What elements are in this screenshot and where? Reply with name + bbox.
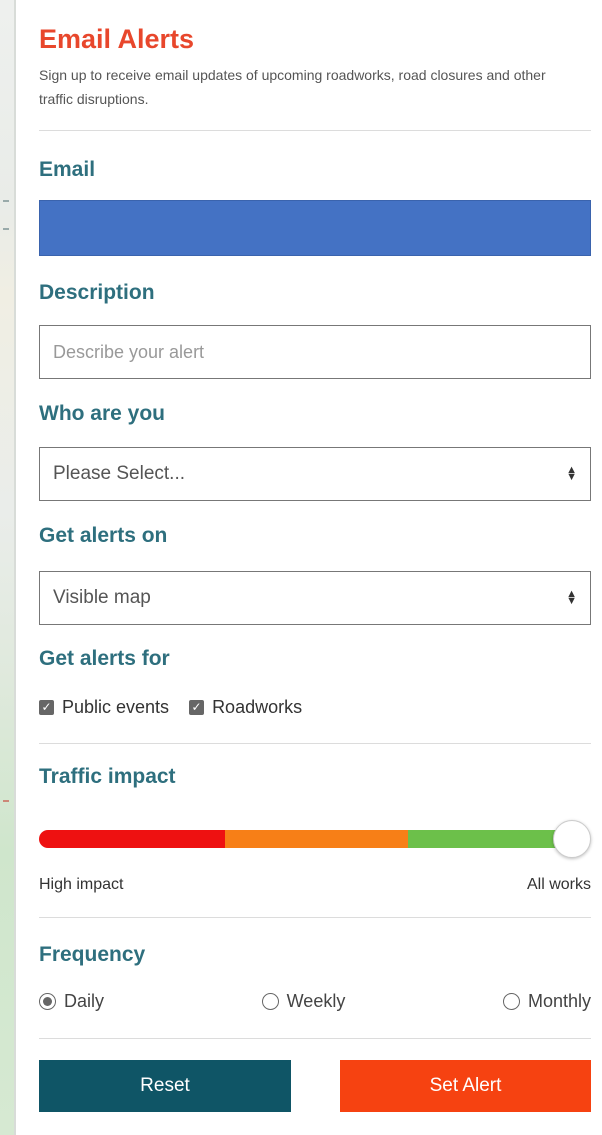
- alert-type-checkboxes: ✓ Public events ✓ Roadworks: [39, 697, 322, 718]
- who-are-you-label: Who are you: [39, 402, 166, 425]
- slider-handle[interactable]: [553, 820, 591, 858]
- select-arrows-icon: ▲ ▼: [566, 588, 577, 607]
- slider-max-label: All works: [526, 876, 591, 893]
- set-alert-button[interactable]: Set Alert: [340, 1060, 591, 1112]
- public-events-label: Public events: [62, 697, 170, 717]
- frequency-monthly-option[interactable]: Monthly: [502, 991, 591, 1012]
- radio-selected-icon[interactable]: [39, 993, 56, 1010]
- divider: [39, 917, 591, 918]
- get-alerts-on-value: Visible map: [53, 587, 151, 608]
- description-input[interactable]: Describe your alert: [39, 325, 591, 379]
- get-alerts-for-label: Get alerts for: [39, 647, 170, 670]
- frequency-options: Daily Weekly Monthly: [39, 991, 591, 1012]
- slider-min-label: High impact: [39, 876, 124, 893]
- frequency-label: Frequency: [39, 943, 146, 966]
- map-marking: [3, 228, 9, 230]
- radio-unselected-icon[interactable]: [502, 993, 520, 1010]
- email-alerts-panel: Email Alerts Sign up to receive email up…: [16, 0, 602, 1135]
- radio-unselected-icon[interactable]: [261, 993, 279, 1010]
- slider-high-impact-segment: [39, 830, 225, 848]
- email-label: Email: [39, 158, 96, 181]
- divider: [39, 743, 591, 744]
- who-are-you-select[interactable]: Please Select... ▲ ▼: [39, 447, 591, 501]
- panel-subtitle: Sign up to receive email updates of upco…: [39, 67, 546, 107]
- public-events-checkbox[interactable]: ✓ Public events: [39, 697, 169, 718]
- panel-title: Email Alerts: [39, 24, 195, 54]
- slider-low-impact-segment: [408, 830, 576, 848]
- select-arrows-icon: ▲ ▼: [566, 464, 577, 483]
- frequency-monthly-label: Monthly: [527, 991, 591, 1011]
- description-placeholder: Describe your alert: [53, 341, 205, 362]
- traffic-impact-slider[interactable]: [39, 820, 591, 858]
- map-marking: [3, 200, 9, 202]
- frequency-daily-option[interactable]: Daily: [39, 991, 104, 1012]
- reset-button[interactable]: Reset: [39, 1060, 291, 1112]
- map-marking: [3, 800, 9, 802]
- get-alerts-on-label: Get alerts on: [39, 524, 168, 547]
- who-are-you-value: Please Select...: [53, 463, 186, 484]
- divider: [39, 1038, 591, 1039]
- slider-medium-impact-segment: [225, 830, 408, 848]
- email-field[interactable]: [39, 200, 591, 256]
- background-map-strip: [0, 0, 14, 1135]
- get-alerts-on-select[interactable]: Visible map ▲ ▼: [39, 571, 591, 625]
- checkbox-checked-icon[interactable]: ✓: [39, 700, 54, 715]
- frequency-daily-label: Daily: [64, 991, 105, 1011]
- checkbox-checked-icon[interactable]: ✓: [189, 700, 205, 715]
- frequency-weekly-label: Weekly: [286, 991, 346, 1011]
- traffic-impact-label: Traffic impact: [39, 765, 176, 788]
- description-label: Description: [39, 281, 155, 304]
- roadworks-checkbox[interactable]: ✓ Roadworks: [189, 697, 302, 718]
- roadworks-label: Roadworks: [212, 697, 303, 717]
- frequency-weekly-option[interactable]: Weekly: [261, 991, 346, 1012]
- divider: [39, 130, 591, 131]
